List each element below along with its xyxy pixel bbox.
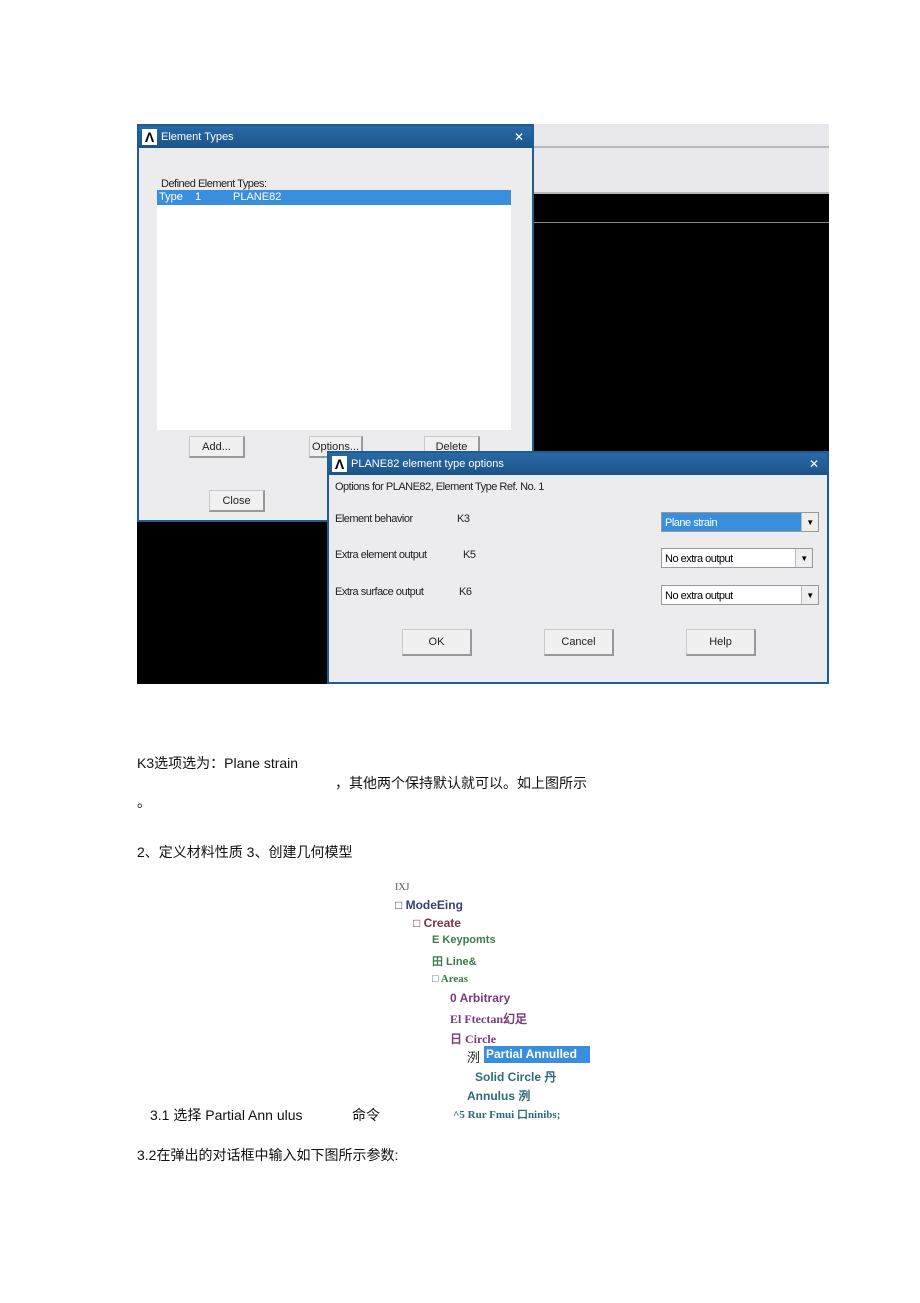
paragraph: 3.2在弹出的对话框中输入如下图所示参数:	[137, 1147, 399, 1163]
paragraph: ，其他两个保持默认就可以。如上图所示	[335, 775, 587, 791]
tree-item[interactable]: □ Create	[413, 916, 461, 930]
row-label: Extra element output	[335, 549, 427, 561]
row-label: Element behavior	[335, 513, 413, 525]
paragraph: K3选项选为：Plane strain	[137, 755, 299, 771]
tree-item[interactable]: □ Areas	[432, 973, 468, 985]
extra-surface-output-select[interactable]: No extra output ▼	[661, 585, 819, 605]
tree-item[interactable]: El Ftectan幻足	[450, 1010, 527, 1027]
tree-item-selected[interactable]: Partial Annulled	[484, 1046, 590, 1063]
paragraph: 3.1 选择 Partial Ann ulus	[150, 1107, 303, 1123]
close-icon[interactable]: ✕	[809, 453, 819, 475]
title-bar: Λ PLANE82 element type options ✕	[329, 453, 827, 475]
cancel-button[interactable]: Cancel	[544, 629, 614, 656]
type-name: PLANE82	[233, 191, 282, 203]
dialog-title: PLANE82 element type options	[351, 458, 504, 470]
ansys-logo-icon: Λ	[142, 129, 157, 145]
paragraph: 。	[137, 794, 151, 810]
select-value: No extra output	[665, 590, 733, 602]
ansys-logo-icon: Λ	[332, 456, 347, 472]
tree-item[interactable]: E Keypomts	[432, 934, 496, 946]
chevron-down-icon[interactable]: ▼	[801, 513, 818, 531]
list-label: Defined Element Types:	[161, 178, 267, 190]
row-key: K6	[459, 586, 472, 598]
chevron-down-icon[interactable]: ▼	[795, 549, 812, 567]
paragraph: 命令	[352, 1107, 380, 1123]
options-subtitle: Options for PLANE82, Element Type Ref. N…	[335, 481, 544, 493]
ansys-screenshot: Λ Element Types ✕ Defined Element Types: T…	[137, 124, 829, 684]
tree-item[interactable]: 日 Circle	[450, 1030, 496, 1047]
type-label: Type	[159, 191, 183, 203]
select-value: Plane strain	[665, 517, 718, 529]
extra-element-output-select[interactable]: No extra output ▼	[661, 548, 813, 568]
tree-icon: 洌	[467, 1050, 481, 1065]
divider	[532, 222, 829, 223]
row-label: Extra surface output	[335, 586, 424, 598]
select-value: No extra output	[665, 553, 733, 565]
paragraph: 2、定义材料性质 3、创建几何模型	[137, 844, 353, 860]
title-bar: Λ Element Types ✕	[139, 126, 532, 148]
close-button[interactable]: Close	[209, 490, 265, 512]
chevron-down-icon[interactable]: ▼	[801, 586, 818, 604]
help-button[interactable]: Help	[686, 629, 756, 656]
tree-item[interactable]: 田 Line&	[432, 953, 477, 969]
toolbar-strip	[532, 124, 829, 148]
tree-header: IXJ	[395, 882, 410, 893]
close-icon[interactable]: ✕	[514, 126, 524, 148]
dialog-title: Element Types	[161, 131, 234, 143]
list-item[interactable]: Type 1 PLANE82	[157, 190, 511, 205]
tree-item[interactable]: □ ModeEing	[395, 898, 463, 912]
toolbar-strip	[532, 148, 829, 194]
row-key: K5	[463, 549, 476, 561]
tree-item[interactable]: ^5 Rur Fmui 口ninibs;	[453, 1106, 560, 1122]
tree-item[interactable]: Annulus 洌	[467, 1087, 530, 1104]
element-type-options-dialog: Λ PLANE82 element type options ✕ Options f…	[327, 451, 829, 684]
row-key: K3	[457, 513, 470, 525]
tree-item[interactable]: 0 Arbitrary	[450, 991, 510, 1005]
add-button[interactable]: Add...	[189, 436, 245, 458]
type-number: 1	[195, 191, 202, 203]
element-type-list[interactable]: Type 1 PLANE82	[157, 190, 511, 430]
ok-button[interactable]: OK	[402, 629, 472, 656]
element-behavior-select[interactable]: Plane strain ▼	[661, 512, 819, 532]
tree-item[interactable]: Solid Circle 丹	[475, 1068, 556, 1085]
